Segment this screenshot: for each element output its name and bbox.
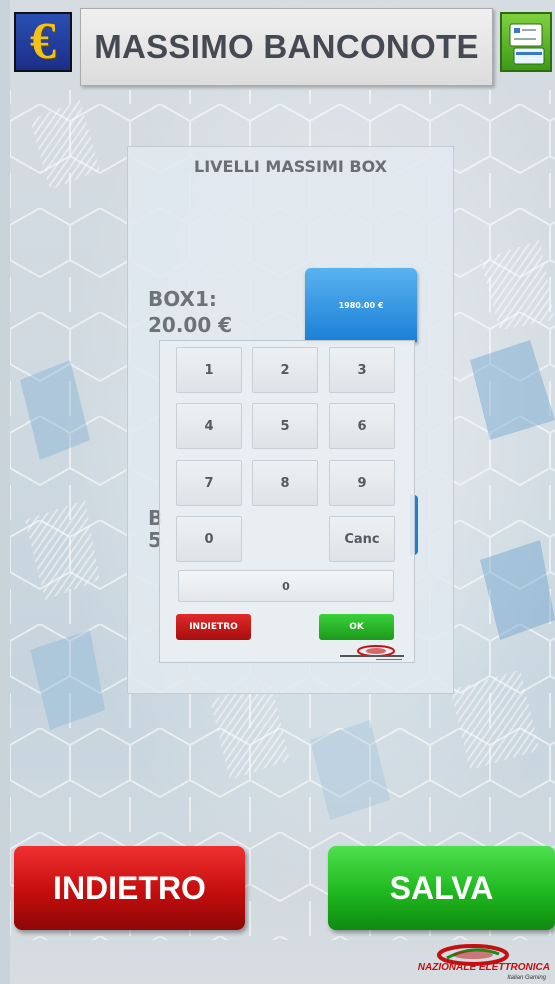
box1-value: 20.00 € xyxy=(148,313,233,337)
key-7[interactable]: 7 xyxy=(176,460,242,506)
euro-icon[interactable]: € xyxy=(14,12,72,72)
box1-label: BOX1: xyxy=(148,287,217,311)
key-1[interactable]: 1 xyxy=(176,347,242,393)
box1-max-button[interactable]: 1980.00 € xyxy=(305,268,417,342)
page-title-bar: MASSIMO BANCONOTE xyxy=(80,8,493,86)
key-3[interactable]: 3 xyxy=(329,347,395,393)
key-6[interactable]: 6 xyxy=(329,403,395,449)
keypad-display: 0 xyxy=(178,570,394,602)
box1-max-value: 1980.00 € xyxy=(338,300,384,310)
key-2[interactable]: 2 xyxy=(252,347,318,393)
keypad-back-button[interactable]: INDIETRO xyxy=(176,614,251,640)
brand-name: NAZIONALE ELETTRONICA xyxy=(417,962,550,973)
brand-subtitle: Italian Gaming xyxy=(507,975,546,981)
page-title: MASSIMO BANCONOTE xyxy=(94,28,479,65)
key-9[interactable]: 9 xyxy=(329,460,395,506)
keypad-brand-logo xyxy=(340,645,404,660)
key-4[interactable]: 4 xyxy=(176,403,242,449)
euro-glyph: € xyxy=(30,13,56,70)
key-0[interactable]: 0 xyxy=(176,516,242,562)
modal-title: LIVELLI MASSIMI BOX xyxy=(194,157,387,176)
back-button[interactable]: INDIETRO xyxy=(14,846,245,930)
cards-icon-graphic xyxy=(509,23,545,65)
key-5[interactable]: 5 xyxy=(252,403,318,449)
keypad-ok-button[interactable]: OK xyxy=(319,614,394,640)
key-8[interactable]: 8 xyxy=(252,460,318,506)
cards-icon[interactable] xyxy=(500,12,552,72)
save-button[interactable]: SALVA xyxy=(328,846,555,930)
key-canc[interactable]: Canc xyxy=(329,516,395,562)
